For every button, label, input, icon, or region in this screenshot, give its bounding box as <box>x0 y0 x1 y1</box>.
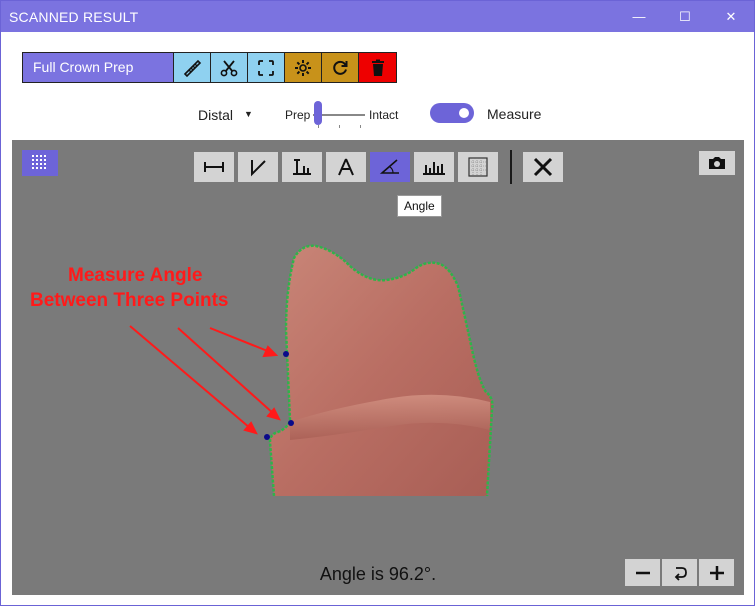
slider-tick <box>318 125 319 128</box>
ruler-icon <box>183 59 202 77</box>
zoom-in-button[interactable] <box>699 559 734 586</box>
annotation-line-1: Measure Angle <box>68 265 203 286</box>
grid-toggle-button[interactable] <box>22 150 58 176</box>
height-icon <box>293 159 311 175</box>
cut-button[interactable] <box>211 53 248 82</box>
frame-icon <box>258 59 274 76</box>
minus-icon <box>635 571 650 574</box>
maximize-button[interactable]: ☐ <box>662 1 708 32</box>
reset-view-icon <box>674 566 687 581</box>
prep-intact-slider-thumb[interactable] <box>314 101 322 125</box>
angle-tool-button[interactable] <box>370 152 410 182</box>
measure-toolbar <box>194 152 498 182</box>
chevron-down-icon[interactable]: ▼ <box>244 109 253 119</box>
view-select[interactable]: Distal <box>198 107 233 123</box>
angle-tooltip: Angle <box>397 195 442 217</box>
area-tool-button[interactable] <box>458 152 498 182</box>
slider-tick <box>339 125 340 128</box>
delete-button[interactable] <box>359 53 396 82</box>
camera-icon <box>709 157 725 169</box>
tooth-model[interactable] <box>270 245 493 496</box>
angle-icon <box>379 159 399 174</box>
3d-viewport[interactable]: Measure Angle Between Three Points Angle… <box>12 140 744 595</box>
frame-button[interactable] <box>248 53 285 82</box>
distance-icon <box>204 162 224 172</box>
app-window: SCANNED RESULT — ☐ ✕ Full Crown Prep ADA… <box>0 0 755 606</box>
angle-line-tool-button[interactable] <box>238 152 278 182</box>
refresh-icon <box>333 60 348 75</box>
measure-toggle-label: Measure <box>487 106 542 122</box>
plus-icon <box>709 565 724 580</box>
zoom-controls <box>625 559 734 586</box>
compass-tool-button[interactable] <box>326 152 366 182</box>
slider-prep-label: Prep <box>285 108 311 122</box>
slider-intact-label: Intact <box>369 108 399 122</box>
area-icon <box>468 157 488 177</box>
close-icon <box>533 157 553 177</box>
angle-point-2[interactable] <box>288 420 294 426</box>
depth-tool-button[interactable] <box>414 152 454 182</box>
angle-point-3[interactable] <box>264 434 270 440</box>
title-bar: SCANNED RESULT — ☐ ✕ <box>1 1 754 32</box>
zoom-out-button[interactable] <box>625 559 660 586</box>
preparation-name[interactable]: Full Crown Prep ADA - 5 <box>23 53 174 104</box>
measure-toggle-knob <box>459 108 469 118</box>
refresh-button[interactable] <box>322 53 359 82</box>
measure-toggle[interactable] <box>430 103 474 123</box>
slider-tick <box>360 125 361 128</box>
angle-point-1[interactable] <box>283 351 289 357</box>
close-window-button[interactable]: ✕ <box>708 1 754 32</box>
reset-view-button[interactable] <box>662 559 697 586</box>
minimize-button[interactable]: — <box>616 1 662 32</box>
compass-icon <box>338 158 354 176</box>
height-tool-button[interactable] <box>282 152 322 182</box>
window-title: SCANNED RESULT <box>9 9 139 25</box>
close-measure-button[interactable] <box>523 152 563 182</box>
toolbar-divider <box>510 150 512 184</box>
distance-tool-button[interactable] <box>194 152 234 182</box>
annotation-arrows <box>129 325 281 435</box>
angle-line-icon <box>251 160 266 177</box>
grid-icon <box>32 155 46 169</box>
ruler-button[interactable] <box>174 53 211 82</box>
annotation-line-2: Between Three Points <box>30 290 229 311</box>
depth-icon <box>423 162 445 175</box>
scissors-icon <box>220 59 238 76</box>
view-controls: Distal ▼ Prep Intact Measure <box>1 99 754 131</box>
gear-icon <box>295 59 311 76</box>
trash-icon <box>371 59 384 76</box>
tooth-scene <box>129 244 494 497</box>
main-toolbar: Full Crown Prep ADA - 5 <box>22 52 397 104</box>
settings-button[interactable] <box>285 53 322 82</box>
screenshot-button[interactable] <box>699 151 735 175</box>
